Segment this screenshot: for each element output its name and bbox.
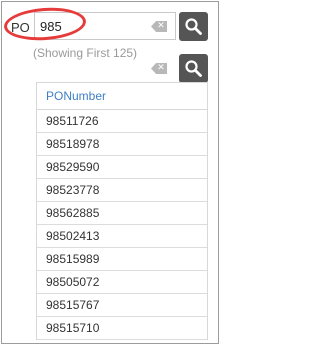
- search-icon: [185, 60, 202, 77]
- result-row[interactable]: 98518978: [37, 133, 207, 156]
- result-row[interactable]: 98529590: [37, 156, 207, 179]
- result-row[interactable]: 98515710: [37, 317, 207, 340]
- results-list: PONumber 98511726 98518978 98529590 9852…: [36, 82, 208, 340]
- clear-icon[interactable]: ✕: [151, 63, 167, 74]
- result-row[interactable]: 98511726: [37, 110, 207, 133]
- search-icon: [185, 18, 202, 35]
- result-row[interactable]: 98523778: [37, 179, 207, 202]
- results-header-ponumber[interactable]: PONumber: [37, 83, 207, 110]
- result-row[interactable]: 98562885: [37, 202, 207, 225]
- lookup-panel: PO ✕ (Showing First 125) ✕ PONumber 9851…: [1, 1, 219, 344]
- result-row[interactable]: 98515989: [37, 248, 207, 271]
- search-button-secondary[interactable]: [179, 54, 208, 83]
- po-label: PO: [11, 20, 30, 35]
- showing-count-text: (Showing First 125): [33, 46, 138, 60]
- result-row[interactable]: 98515767: [37, 294, 207, 317]
- result-row[interactable]: 98505072: [37, 271, 207, 294]
- search-button[interactable]: [179, 12, 208, 41]
- result-row[interactable]: 98502413: [37, 225, 207, 248]
